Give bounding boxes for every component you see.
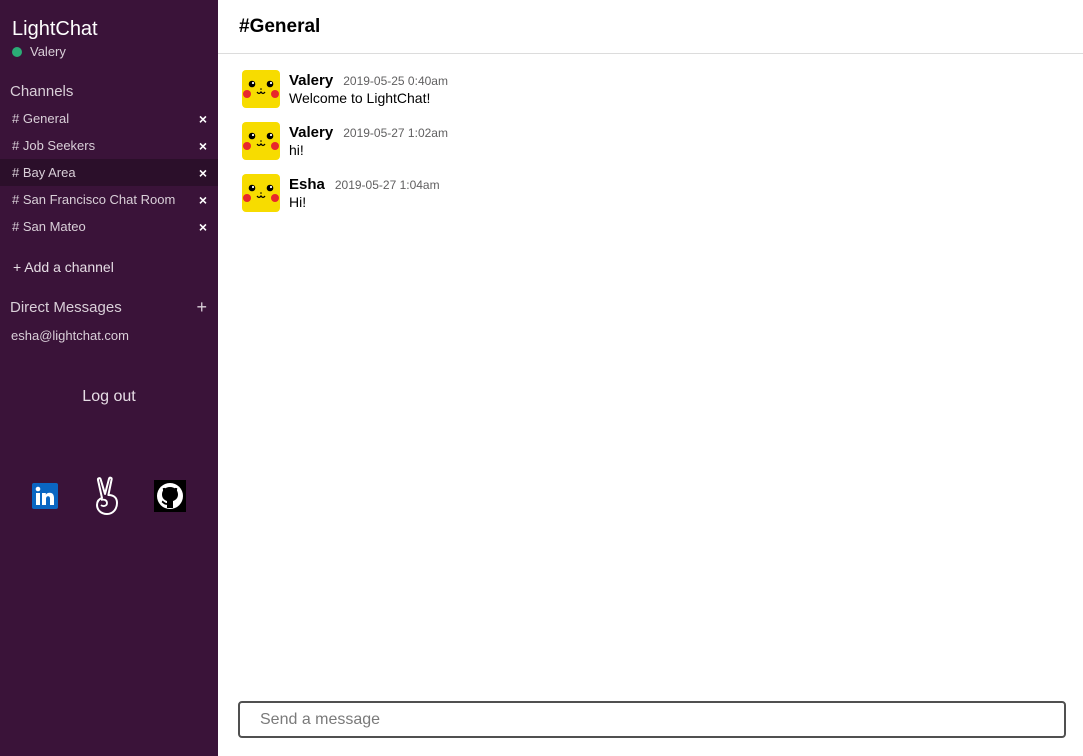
angellist-icon[interactable]	[91, 476, 125, 516]
message-author: Valery	[289, 124, 334, 141]
add-channel-button[interactable]: + Add a channel	[13, 259, 114, 275]
channel-label: # San Francisco Chat Room	[12, 192, 176, 207]
user-name: Valery	[30, 44, 66, 59]
channels-heading: Channels	[10, 83, 74, 100]
online-status-icon	[12, 46, 22, 57]
close-icon[interactable]: ×	[199, 192, 207, 208]
message-author: Esha	[289, 176, 325, 193]
channel-item-general[interactable]: # General ×	[0, 105, 218, 132]
social-links	[0, 476, 218, 516]
avatar	[242, 122, 280, 160]
logout-button[interactable]: Log out	[0, 388, 218, 406]
close-icon[interactable]: ×	[199, 219, 207, 235]
direct-messages-heading: Direct Messages	[10, 299, 122, 316]
avatar	[242, 70, 280, 108]
message-text: Hi!	[289, 194, 307, 210]
channel-item-bay-area[interactable]: # Bay Area ×	[0, 159, 218, 186]
page-title: #General	[239, 15, 321, 37]
close-icon[interactable]: ×	[199, 138, 207, 154]
main-panel: #General Valery 2019-05-25 0:40am Welcom…	[218, 0, 1083, 756]
message-item: Esha 2019-05-27 1:04am Hi!	[242, 174, 1083, 226]
message-text: Welcome to LightChat!	[289, 90, 431, 106]
message-timestamp: 2019-05-27 1:04am	[334, 178, 440, 192]
channel-label: # Bay Area	[12, 165, 76, 180]
channel-label: # Job Seekers	[12, 138, 96, 153]
channel-list: # General × # Job Seekers × # Bay Area ×…	[0, 105, 218, 240]
close-icon[interactable]: ×	[199, 111, 207, 127]
channel-item-san-francisco-chat-room[interactable]: # San Francisco Chat Room ×	[0, 186, 218, 213]
message-item: Valery 2019-05-25 0:40am Welcome to Ligh…	[242, 70, 1083, 122]
channel-label: # San Mateo	[12, 219, 86, 234]
linkedin-icon[interactable]	[28, 476, 62, 516]
message-list: Valery 2019-05-25 0:40am Welcome to Ligh…	[242, 70, 1083, 226]
add-direct-message-button[interactable]: +	[196, 297, 207, 317]
close-icon[interactable]: ×	[199, 165, 207, 181]
app-window: LightChat Valery Channels # General × # …	[0, 0, 1083, 756]
avatar	[242, 174, 280, 212]
user-status: Valery	[12, 44, 66, 59]
sidebar: LightChat Valery Channels # General × # …	[0, 0, 218, 756]
message-timestamp: 2019-05-27 1:02am	[343, 126, 448, 140]
dm-item-esha[interactable]: esha@lightchat.com	[11, 328, 129, 343]
channel-label: # General	[12, 111, 70, 126]
app-title: LightChat	[12, 18, 98, 40]
channel-item-san-mateo[interactable]: # San Mateo ×	[0, 213, 218, 240]
message-item: Valery 2019-05-27 1:02am hi!	[242, 122, 1083, 174]
message-author: Valery	[289, 72, 334, 89]
message-timestamp: 2019-05-25 0:40am	[343, 74, 448, 88]
message-text: hi!	[289, 142, 304, 158]
github-icon[interactable]	[153, 476, 187, 516]
message-input[interactable]	[238, 701, 1066, 738]
channel-header: #General	[218, 0, 1083, 54]
channel-item-job-seekers[interactable]: # Job Seekers ×	[0, 132, 218, 159]
